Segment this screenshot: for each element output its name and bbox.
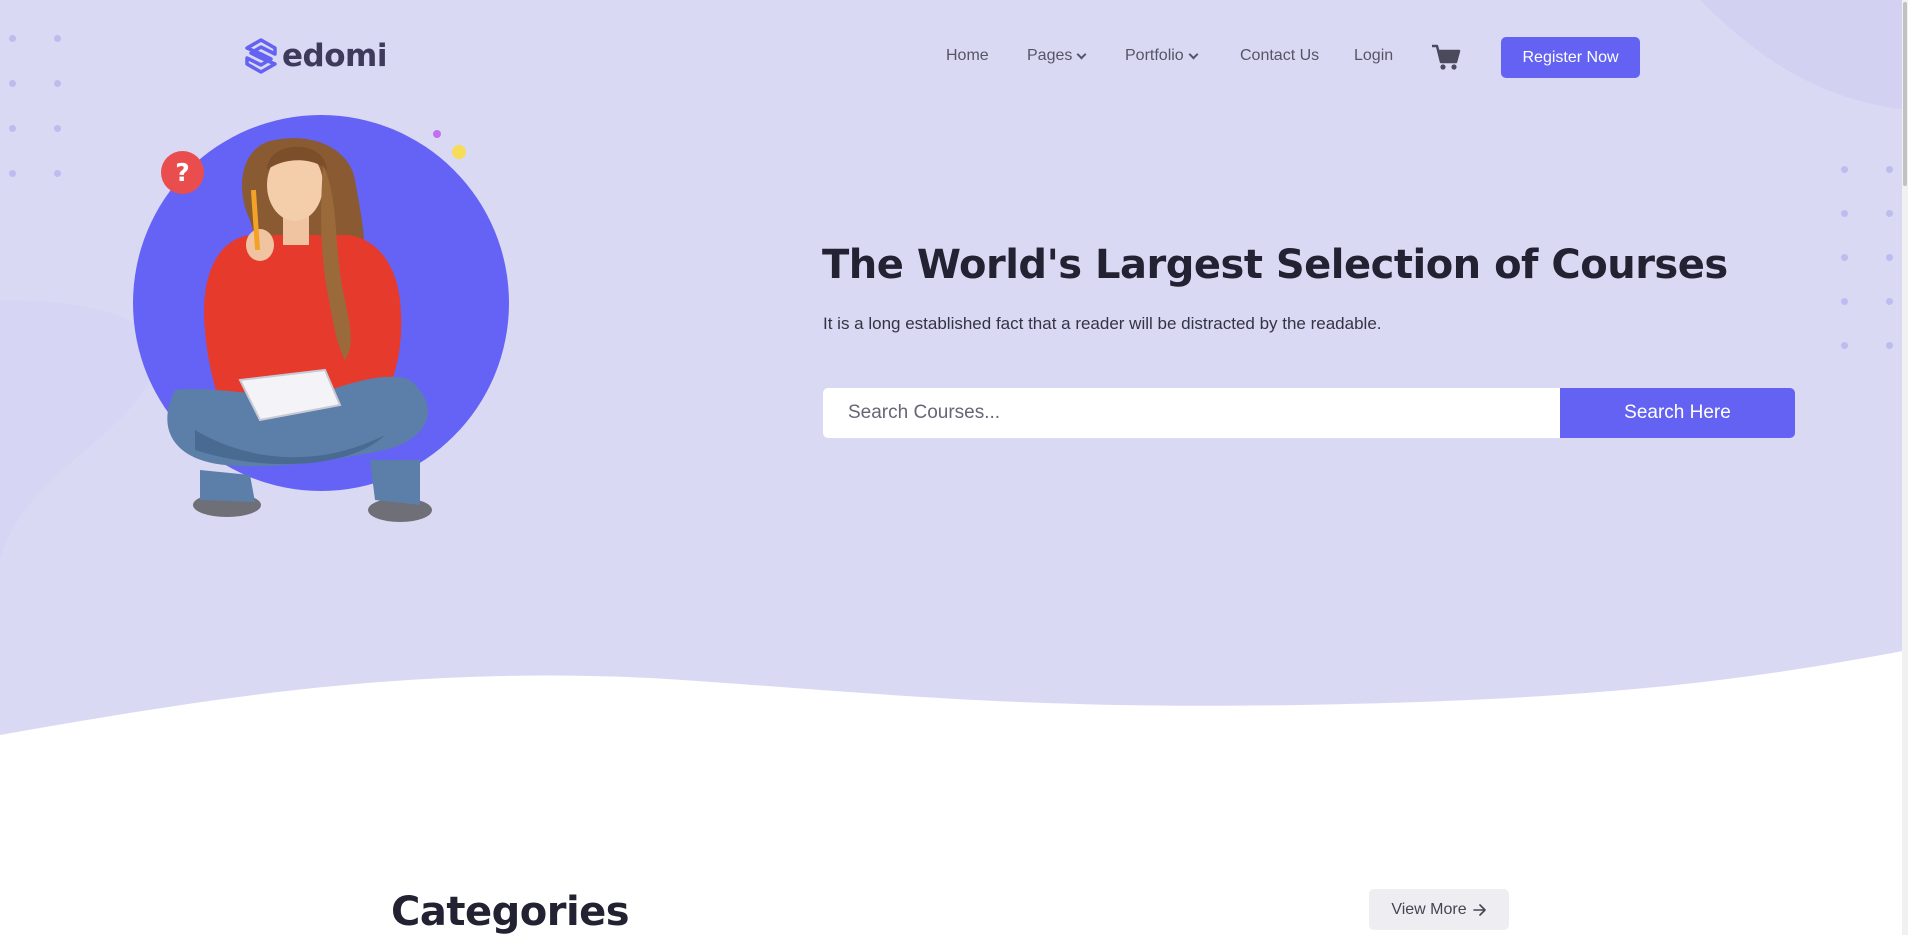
- nav-contact-us[interactable]: Contact Us: [1240, 44, 1319, 68]
- nav-pages[interactable]: Pages: [1027, 44, 1087, 68]
- site-logo[interactable]: edomi: [244, 36, 387, 76]
- decorative-dots-left: [9, 35, 61, 177]
- nav-portfolio-label: Portfolio: [1125, 47, 1184, 64]
- student-illustration: [167, 138, 432, 522]
- hero-subtitle: It is a long established fact that a rea…: [823, 314, 1382, 333]
- chevron-down-icon: [1076, 49, 1087, 59]
- course-search-form: Search Here: [823, 388, 1795, 438]
- view-more-label: View More: [1391, 900, 1467, 918]
- chevron-down-icon: [1188, 49, 1199, 59]
- scrollbar-thumb[interactable]: [1903, 2, 1907, 186]
- nav-pages-label: Pages: [1027, 47, 1073, 64]
- s-logo-icon: [245, 38, 277, 74]
- question-badge: ?: [161, 151, 204, 194]
- hero-title: The World's Largest Selection of Courses: [822, 242, 1728, 288]
- search-courses-input[interactable]: [823, 388, 1560, 438]
- nav-home-label: Home: [946, 47, 989, 64]
- nav-contact-label: Contact Us: [1240, 47, 1320, 64]
- hero-section: edomi Home Pages Portfolio Contact Us Lo…: [0, 0, 1908, 935]
- nav-login[interactable]: Login: [1354, 44, 1393, 68]
- arrow-right-icon: [1472, 903, 1486, 916]
- brand-name: edomi: [282, 38, 387, 74]
- nav-login-label: Login: [1354, 47, 1394, 64]
- decorative-dots-right: [1841, 166, 1893, 349]
- view-more-button[interactable]: View More: [1369, 889, 1509, 930]
- search-here-button[interactable]: Search Here: [1560, 388, 1795, 438]
- nav-portfolio[interactable]: Portfolio: [1125, 44, 1199, 68]
- cart-icon[interactable]: [1431, 43, 1461, 71]
- nav-home[interactable]: Home: [946, 44, 989, 68]
- categories-title: Categories: [391, 889, 630, 935]
- register-now-button[interactable]: Register Now: [1501, 37, 1640, 78]
